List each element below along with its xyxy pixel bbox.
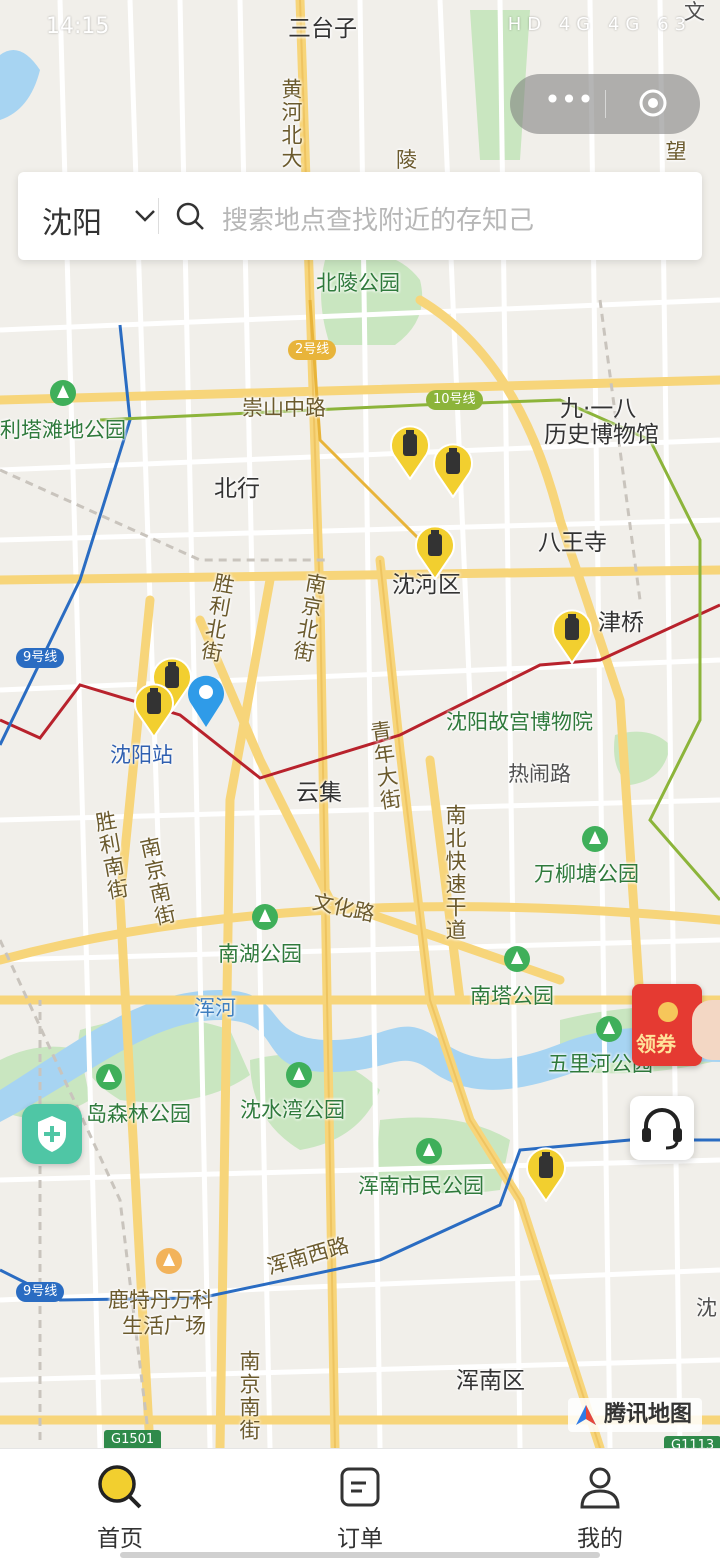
- status-bar: 14:15 HD 4G 4G 63: [0, 0, 720, 56]
- badge-line9-bottom: 9号线: [16, 1282, 65, 1302]
- map-label-nanjing-nan-2: 南京南街: [237, 1350, 261, 1442]
- park-icon: [504, 946, 530, 972]
- tab-profile-label: 我的: [577, 1526, 623, 1552]
- locker-pin[interactable]: [414, 524, 456, 580]
- locker-pin[interactable]: [525, 1146, 567, 1202]
- locker-pin[interactable]: [133, 682, 175, 738]
- map-label-nanhu: 南湖公园: [218, 942, 302, 966]
- park-icon: [596, 1016, 622, 1042]
- map-label-shenshuiwan: 沈水湾公园: [240, 1098, 345, 1122]
- status-time: 14:15: [46, 14, 110, 39]
- map-label-ling: 陵: [396, 148, 417, 172]
- map-label-renao: 热闹路: [508, 762, 571, 786]
- user-icon: [580, 1467, 620, 1509]
- map-label-nanta: 南塔公园: [470, 984, 554, 1008]
- map-label-918-a: 九·一八: [560, 396, 637, 422]
- tab-orders-label: 订单: [337, 1526, 383, 1552]
- map-label-daosenlin: 岛森林公园: [86, 1102, 191, 1126]
- map-label-jinqiao: 津桥: [598, 610, 644, 636]
- tab-bar: 首页 订单 我的: [0, 1448, 720, 1561]
- mall-icon: [156, 1248, 182, 1274]
- map-label-yunji: 云集: [296, 780, 342, 806]
- map-label-shenyang-station: 沈阳站: [110, 743, 173, 767]
- map-label-918-b: 历史博物馆: [544, 422, 659, 448]
- coupon-coin-icon: [658, 1002, 678, 1022]
- map-label-hunnan-shimin: 浑南市民公园: [358, 1174, 484, 1198]
- divider: [158, 198, 159, 234]
- customer-service-button[interactable]: [630, 1096, 694, 1160]
- tab-profile[interactable]: 我的: [520, 1449, 680, 1561]
- badge-g1501: G1501: [104, 1430, 162, 1448]
- map-label-chongshan: 崇山中路: [242, 396, 326, 420]
- map-label-nanbei: 南北快速干道: [443, 804, 467, 942]
- map-label-shen-edge: 沈: [696, 1296, 717, 1320]
- search-icon: [176, 202, 204, 230]
- current-location-marker: [188, 675, 224, 727]
- badge-line2: 2号线: [288, 340, 337, 360]
- status-icons: HD 4G 4G 63: [507, 14, 692, 35]
- tencent-map-logo: 腾讯地图: [568, 1398, 703, 1432]
- map-label-wanliutang: 万柳塘公园: [534, 862, 639, 886]
- map-label-beihang: 北行: [214, 476, 260, 502]
- search-icon: [98, 1465, 142, 1509]
- tab-home-label: 首页: [97, 1526, 143, 1552]
- badge-line10: 10号线: [426, 390, 483, 410]
- locker-pin[interactable]: [551, 608, 593, 664]
- park-icon: [582, 826, 608, 852]
- tab-orders[interactable]: 订单: [280, 1449, 440, 1561]
- park-icon: [252, 904, 278, 930]
- map-label-gugong: 沈阳故宫博物院: [446, 710, 593, 734]
- close-target-icon[interactable]: [638, 88, 668, 118]
- home-indicator: [120, 1552, 600, 1558]
- tab-home[interactable]: 首页: [40, 1449, 200, 1561]
- shield-icon: [38, 1116, 66, 1152]
- park-icon: [96, 1064, 122, 1090]
- chevron-down-icon[interactable]: [132, 202, 158, 228]
- coupon-label: 领券: [636, 1032, 676, 1056]
- more-button[interactable]: •••: [534, 86, 604, 118]
- park-icon: [286, 1062, 312, 1088]
- miniprogram-capsule: •••: [510, 74, 700, 134]
- map-label-wanke-a: 鹿特丹万科: [108, 1288, 213, 1312]
- headset-icon: [642, 1108, 682, 1150]
- map-label-beiling-park: 北陵公园: [316, 271, 400, 295]
- search-bar: 沈阳 搜索地点查找附近的存知己: [18, 172, 702, 260]
- map-label-hunhe: 浑河: [194, 996, 236, 1020]
- hand-icon: [692, 1000, 720, 1060]
- map-label-wang: 望: [663, 140, 687, 163]
- park-icon: [50, 380, 76, 406]
- map-label-litatan: 利塔滩地公园: [0, 418, 126, 442]
- order-icon: [340, 1467, 380, 1507]
- safety-button[interactable]: [22, 1104, 82, 1164]
- map-label-wanke-b: 生活广场: [122, 1314, 206, 1338]
- search-input[interactable]: 搜索地点查找附近的存知己: [222, 200, 534, 237]
- badge-line9-top: 9号线: [16, 648, 65, 668]
- map-label-bawangsi: 八王寺: [538, 530, 607, 556]
- locker-pin[interactable]: [432, 442, 474, 498]
- map-label-huanghe: 黄河北大: [279, 78, 303, 170]
- capsule-divider: [605, 90, 606, 118]
- city-selector[interactable]: 沈阳: [42, 198, 102, 242]
- tencent-map-logo-icon: [576, 1405, 596, 1425]
- park-icon: [416, 1138, 442, 1164]
- locker-pin[interactable]: [389, 424, 431, 480]
- map-label-hunnanqu: 浑南区: [456, 1368, 525, 1394]
- badge-g1113: G1113: [664, 1436, 720, 1448]
- brand-label: 腾讯地图: [604, 1402, 693, 1427]
